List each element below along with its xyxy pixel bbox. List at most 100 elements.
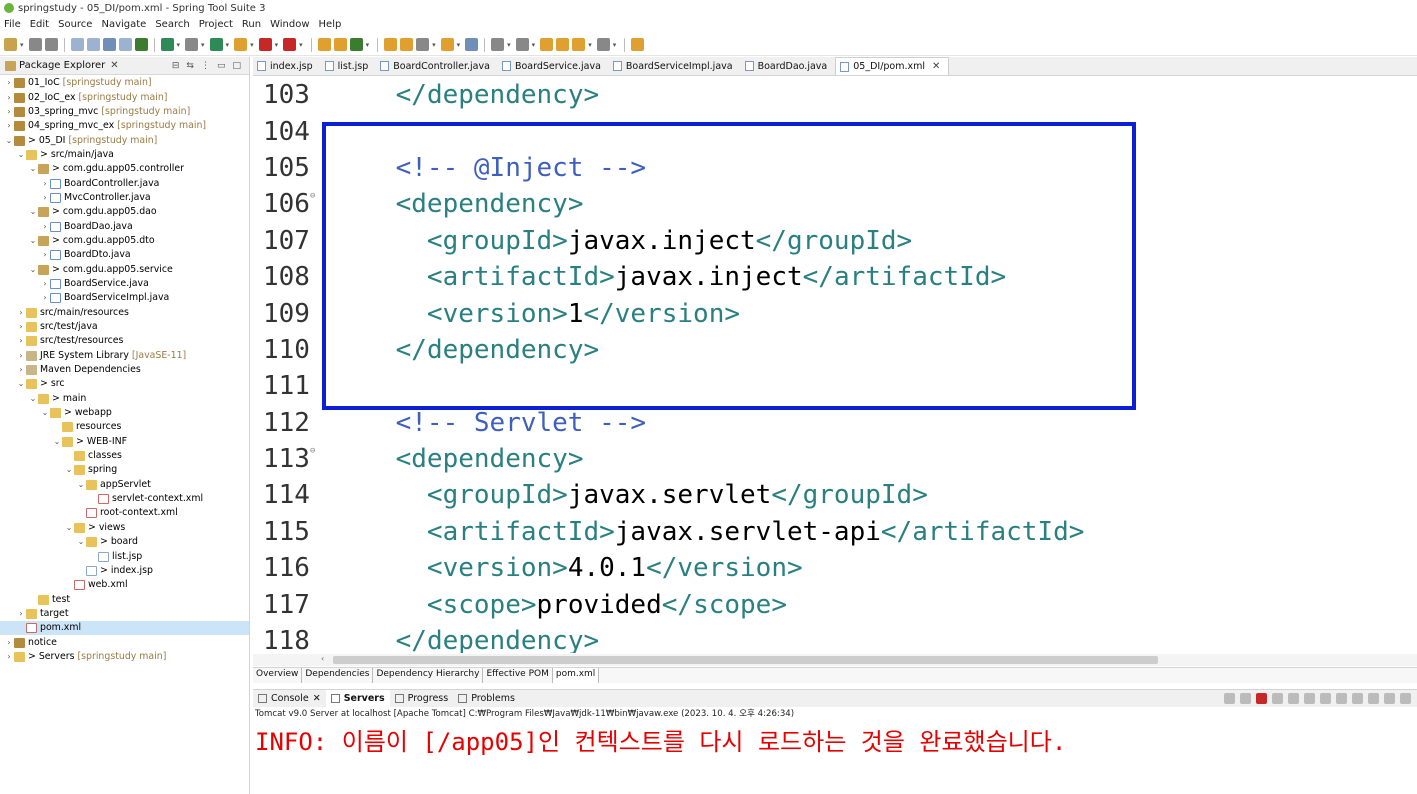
menu-item-navigate[interactable]: Navigate: [101, 19, 146, 30]
console-tab-servers[interactable]: Servers: [325, 689, 390, 708]
tree-item[interactable]: test: [0, 592, 249, 606]
tree-item[interactable]: pom.xml: [0, 621, 249, 636]
fold-marker-icon[interactable]: ⊖: [310, 191, 315, 201]
tree-item[interactable]: servlet-context.xml: [0, 492, 249, 506]
tree-item[interactable]: › 03_spring_mvc [springstudy main]: [0, 105, 249, 119]
tree-item[interactable]: > index.jsp: [0, 564, 249, 578]
pin-console-icon[interactable]: [1320, 693, 1331, 704]
external-tools-icon[interactable]: [283, 38, 297, 51]
maximize-icon[interactable]: □: [232, 61, 241, 71]
tree-item[interactable]: › src/test/resources: [0, 334, 249, 348]
start-server-icon[interactable]: [1240, 693, 1251, 704]
expand-arrow-icon[interactable]: ⌄: [64, 463, 74, 477]
tree-item[interactable]: ⌄ > WEB-INF: [0, 435, 249, 449]
new-class-icon[interactable]: [349, 38, 363, 51]
filter-icon[interactable]: ⋮: [201, 61, 210, 71]
menu-item-window[interactable]: Window: [270, 19, 309, 30]
menu-item-run[interactable]: Run: [242, 19, 261, 30]
expand-arrow-icon[interactable]: ⌄: [28, 234, 38, 248]
expand-arrow-icon[interactable]: ›: [16, 349, 26, 363]
menu-item-search[interactable]: Search: [155, 19, 189, 30]
pin-editor-icon[interactable]: [631, 38, 645, 51]
pom-tab[interactable]: Overview: [253, 668, 303, 683]
expand-arrow-icon[interactable]: ⌄: [16, 148, 26, 162]
stop-icon[interactable]: [258, 38, 272, 51]
code-editor[interactable]: 103 </dependency >104 105 <!-- @Inject -->…: [253, 77, 1417, 653]
back-icon[interactable]: [556, 38, 570, 51]
expand-arrow-icon[interactable]: ›: [40, 191, 50, 205]
tree-item[interactable]: › BoardServiceImpl.java: [0, 291, 249, 305]
open-type-icon[interactable]: [70, 38, 84, 51]
expand-arrow-icon[interactable]: ⌄: [64, 521, 74, 535]
new-icon[interactable]: [4, 38, 17, 51]
expand-arrow-icon[interactable]: ›: [4, 91, 14, 105]
open-console-icon[interactable]: [1352, 693, 1363, 704]
expand-arrow-icon[interactable]: ›: [40, 248, 50, 262]
tree-item[interactable]: ⌄ > main: [0, 392, 249, 406]
tree-item[interactable]: › BoardController.java: [0, 176, 249, 190]
expand-arrow-icon[interactable]: ›: [40, 291, 50, 305]
tree-item[interactable]: › MvcController.java: [0, 191, 249, 205]
expand-arrow-icon[interactable]: ›: [16, 607, 26, 621]
fold-marker-icon[interactable]: ⊖: [310, 446, 315, 456]
search-icon[interactable]: [440, 38, 454, 51]
disconnect-icon[interactable]: [1272, 693, 1283, 704]
scrollbar-thumb[interactable]: [333, 656, 1158, 664]
menu-item-edit[interactable]: Edit: [30, 19, 49, 30]
expand-arrow-icon[interactable]: ⌄: [4, 134, 14, 148]
tree-item[interactable]: › 04_spring_mvc_ex [springstudy main]: [0, 119, 249, 133]
close-icon[interactable]: ✕: [110, 60, 118, 71]
tree-item[interactable]: › src/test/java: [0, 320, 249, 334]
open-folder-icon[interactable]: [384, 38, 398, 51]
expand-arrow-icon[interactable]: ⌄: [76, 478, 86, 492]
tree-item[interactable]: ⌄ > 05_DI [springstudy main]: [0, 133, 249, 147]
tree-item[interactable]: › target: [0, 607, 249, 621]
tree-item[interactable]: web.xml: [0, 578, 249, 592]
pencil-icon[interactable]: [416, 38, 430, 51]
close-icon[interactable]: ✕: [313, 693, 321, 704]
prev-annotation-icon[interactable]: [515, 38, 529, 51]
tree-item[interactable]: resources: [0, 420, 249, 434]
expand-arrow-icon[interactable]: ›: [40, 277, 50, 291]
expand-arrow-icon[interactable]: ⌄: [28, 263, 38, 277]
expand-arrow-icon[interactable]: ›: [4, 650, 14, 664]
console-tab-progress[interactable]: Progress: [390, 690, 454, 708]
run-icon[interactable]: [209, 38, 223, 51]
editor-tab[interactable]: 05_DI/pom.xml ✕: [835, 57, 950, 75]
menu-item-file[interactable]: File: [4, 19, 21, 30]
expand-arrow-icon[interactable]: ›: [4, 119, 14, 133]
tree-item[interactable]: ⌄ > src/main/java: [0, 148, 249, 162]
tree-item[interactable]: classes: [0, 449, 249, 463]
tree-item[interactable]: › BoardService.java: [0, 277, 249, 291]
stop-server-icon[interactable]: [1256, 693, 1267, 704]
expand-arrow-icon[interactable]: ›: [40, 177, 50, 191]
tree-item[interactable]: ⌄ > webapp: [0, 406, 249, 420]
editor-tab[interactable]: BoardService.java: [498, 57, 609, 75]
open-resource-icon[interactable]: [86, 38, 100, 51]
expand-arrow-icon[interactable]: ›: [16, 363, 26, 377]
link-editor-icon[interactable]: ⇆: [186, 61, 194, 71]
expand-arrow-icon[interactable]: ⌄: [28, 205, 38, 219]
package-explorer-tab[interactable]: Package Explorer ✕ ⊟ ⇆ ⋮ ▭ □: [0, 57, 249, 75]
expand-arrow-icon[interactable]: ›: [4, 76, 14, 90]
editor-tab[interactable]: BoardDao.java: [741, 57, 836, 75]
tree-item[interactable]: ⌄ appServlet: [0, 478, 249, 492]
tree-item[interactable]: ⌄ spring: [0, 463, 249, 477]
editor-tab[interactable]: BoardServiceImpl.java: [609, 57, 741, 75]
expand-arrow-icon[interactable]: ⌄: [16, 377, 26, 391]
expand-arrow-icon[interactable]: ⌄: [28, 162, 38, 176]
tree-item[interactable]: root-context.xml: [0, 506, 249, 520]
expand-arrow-icon[interactable]: ⌄: [52, 435, 62, 449]
tree-item[interactable]: ⌄ > com.gdu.app05.controller: [0, 162, 249, 176]
toggle-mark-icon[interactable]: [102, 38, 116, 51]
pom-tab[interactable]: Dependencies: [302, 668, 374, 683]
refresh-icon[interactable]: [160, 38, 174, 51]
display-console-icon[interactable]: [1336, 693, 1347, 704]
pom-tab[interactable]: Effective POM: [483, 668, 553, 683]
tree-item[interactable]: › notice: [0, 635, 249, 649]
tree-item[interactable]: ⌄ > views: [0, 521, 249, 535]
tree-item[interactable]: › Maven Dependencies: [0, 363, 249, 377]
spring-icon[interactable]: [134, 38, 148, 51]
menu-item-source[interactable]: Source: [58, 19, 92, 30]
maximize-icon[interactable]: [1400, 693, 1411, 704]
